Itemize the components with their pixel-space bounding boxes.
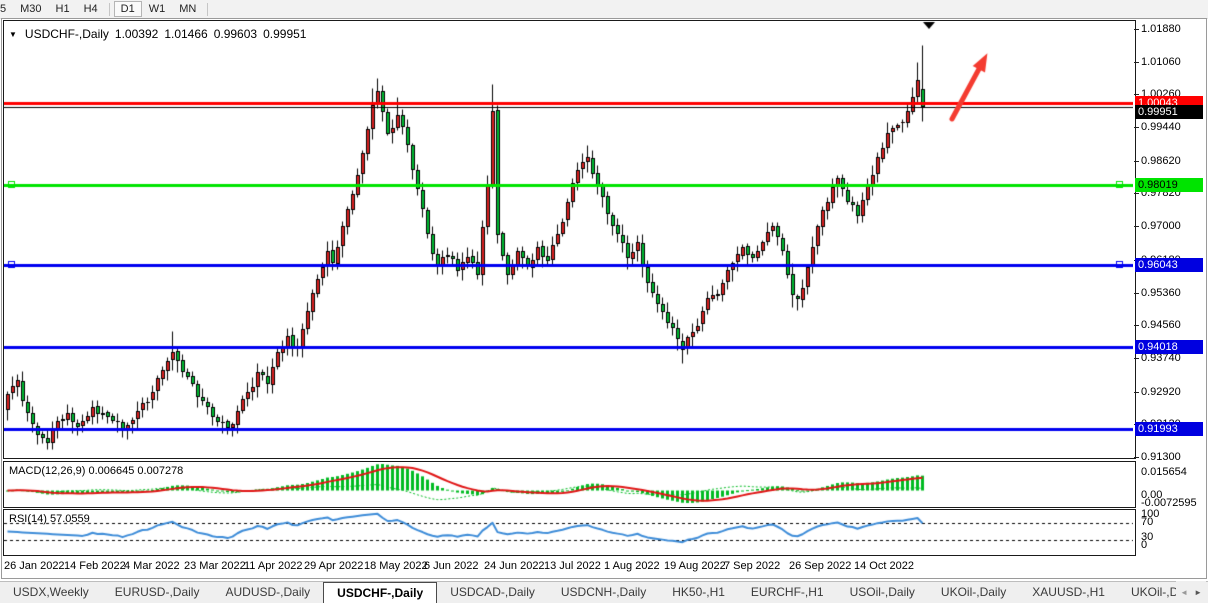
date-label: 24 Jun 2022 [484,560,545,572]
price-badge-current-price-line: 0.99951 [1135,105,1203,119]
price-tick-label: 0.92920 [1141,386,1181,398]
date-label: 11 Apr 2022 [244,560,303,572]
ohlc-open: 1.00392 [115,27,158,41]
date-label: 26 Sep 2022 [789,560,851,572]
price-tick-label: 1.01060 [1141,56,1181,68]
date-label: 18 May 2022 [364,560,428,572]
tab-usdchf-daily[interactable]: USDCHF-,Daily [323,582,437,603]
chart-dropdown-icon[interactable]: ▼ [9,30,17,39]
ohlc-close: 0.99951 [263,27,306,41]
price-tick-mark [1134,226,1139,227]
date-label: 6 Jun 2022 [424,560,478,572]
timeframe-button-h1[interactable]: H1 [49,1,77,17]
price-tick-label: 0.94560 [1141,319,1181,331]
ohlc-high: 1.01466 [164,27,207,41]
price-tick-mark [1134,94,1139,95]
tab-usoil-daily[interactable]: USOil-,Daily [837,582,928,603]
timeframe-button-mn[interactable]: MN [172,1,203,17]
price-tick-mark [1134,325,1139,326]
toolbar-separator [109,3,110,16]
date-label: 14 Oct 2022 [854,560,914,572]
tab-pager-left-icon[interactable]: ◄ [1180,588,1188,597]
price-tick-mark [1134,193,1139,194]
timeframe-button-d1[interactable]: D1 [114,1,142,17]
price-badge-support-line-2: 0.96043 [1135,258,1203,272]
rsi-label: RSI(14) 57.0559 [9,513,90,525]
timeframe-button-w1[interactable]: W1 [142,1,173,17]
price-tick-mark [1134,29,1139,30]
price-tick-label: 0.91300 [1141,451,1181,463]
price-badge-support-line-1: 0.98019 [1135,178,1203,192]
macd-label: MACD(12,26,9) 0.006645 0.007278 [9,465,183,477]
tab-audusd-daily[interactable]: AUDUSD-,Daily [212,582,323,603]
timeframe-toolbar: 5M30H1H4 D1W1MN [0,0,1208,19]
mt4-application-window: 5M30H1H4 D1W1MN ▼ USDCHF-,Daily 1.00392 1… [0,0,1208,603]
date-label: 26 Jan 2022 [4,560,65,572]
timeframe-button-h4[interactable]: H4 [77,1,105,17]
price-tick-label: 0.95360 [1141,287,1181,299]
price-tick-label: 1.01880 [1141,23,1181,35]
price-tick-label: 0.97000 [1141,220,1181,232]
date-label: 19 Aug 2022 [664,560,726,572]
date-label: 29 Apr 2022 [304,560,363,572]
tab-usdcad-daily[interactable]: USDCAD-,Daily [437,582,548,603]
price-badge-support-line-3: 0.94018 [1135,340,1203,354]
price-tick-mark [1134,62,1139,63]
price-tick-label: 0.99440 [1141,121,1181,133]
price-tick-label: 0.98620 [1141,155,1181,167]
price-tick-mark [1134,457,1139,458]
date-label: 13 Jul 2022 [544,560,601,572]
price-tick-mark [1134,127,1139,128]
tab-eurusd-daily[interactable]: EURUSD-,Daily [102,582,213,603]
price-badge-support-line-4: 0.91993 [1135,422,1203,436]
tab-hk50-h1[interactable]: HK50-,H1 [659,582,738,603]
candlestick-chart-canvas[interactable] [4,21,1133,456]
date-label: 14 Feb 2022 [64,560,126,572]
rsi-canvas [4,510,1133,553]
rsi-axis-label: 70 [1141,516,1153,528]
rsi-axis-label: 0 [1141,539,1147,551]
tab-xauusd-h1[interactable]: XAUUSD-,H1 [1019,582,1118,603]
toolbar-separator [207,3,208,16]
price-tick-mark [1134,358,1139,359]
chart-title: ▼ USDCHF-,Daily 1.00392 1.01466 0.99603 … [9,27,306,41]
date-label: 23 Mar 2022 [184,560,246,572]
tab-eurchf-h1[interactable]: EURCHF-,H1 [738,582,837,603]
price-tick-mark [1134,293,1139,294]
macd-axis-label: 0.015654 [1141,466,1187,478]
timeframe-button-m30[interactable]: M30 [13,1,48,17]
tab-ukoil-daily[interactable]: UKOil-,Daily [928,582,1019,603]
chart-tab-bar: USDX,WeeklyEURUSD-,DailyAUDUSD-,DailyUSD… [0,581,1208,603]
date-label: 1 Aug 2022 [604,560,660,572]
ohlc-low: 0.99603 [214,27,257,41]
tab-usdcnh-daily[interactable]: USDCNH-,Daily [548,582,659,603]
tab-pagers: ◄ ► [1176,581,1206,603]
chart-symbol-label: USDCHF-,Daily [25,27,109,41]
price-tick-mark [1134,161,1139,162]
tab-pager-right-icon[interactable]: ► [1194,588,1202,597]
date-label: 7 Sep 2022 [724,560,780,572]
timeframe-button-5[interactable]: 5 [0,1,13,17]
date-label: 4 Mar 2022 [124,560,180,572]
tab-usdx-weekly[interactable]: USDX,Weekly [0,582,102,603]
price-tick-mark [1134,392,1139,393]
